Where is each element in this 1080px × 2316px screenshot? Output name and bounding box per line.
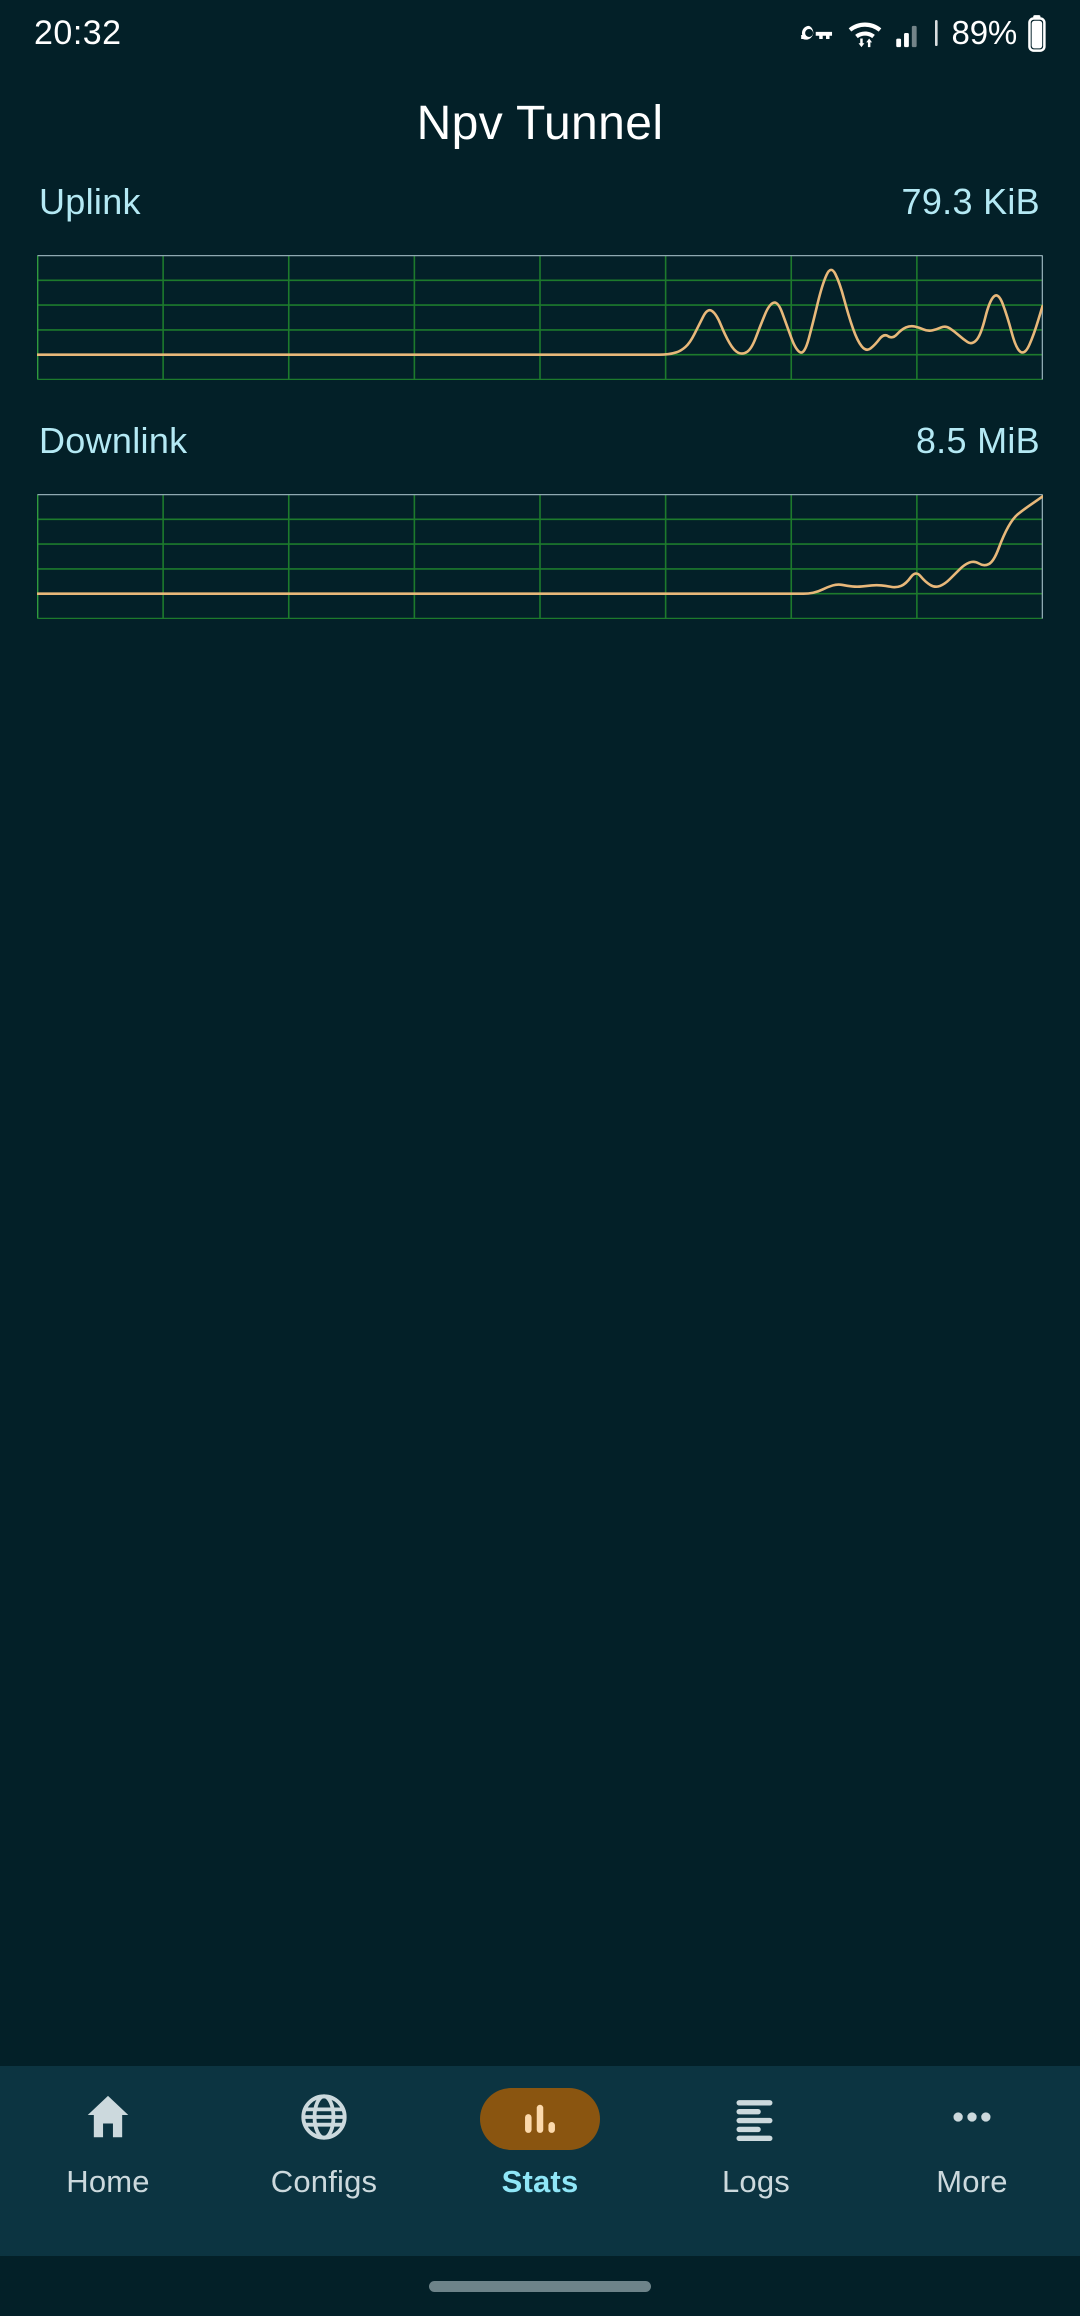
vpn-key-icon <box>798 14 836 52</box>
uplink-block: Uplink 79.3 KiB <box>37 181 1043 380</box>
nav-label-home: Home <box>66 2164 150 2200</box>
home-icon-box[interactable] <box>48 2088 168 2150</box>
nav-label-stats: Stats <box>502 2164 579 2200</box>
nav-item-more[interactable]: More <box>874 2088 1070 2200</box>
wifi-icon <box>845 14 885 52</box>
home-icon <box>81 2090 135 2149</box>
gesture-pill[interactable] <box>429 2281 651 2292</box>
battery-icon <box>1026 14 1048 52</box>
nav-item-stats[interactable]: Stats <box>442 2088 638 2200</box>
uplink-value: 79.3 KiB <box>902 181 1041 223</box>
nav-item-configs[interactable]: Configs <box>226 2088 422 2200</box>
stats-icon-box[interactable] <box>480 2088 600 2150</box>
signal-divider <box>933 18 939 48</box>
app-screen: 20:32 <box>0 0 1080 2316</box>
battery-percent-label: 89% <box>952 14 1017 52</box>
uplink-header: Uplink 79.3 KiB <box>37 181 1043 245</box>
nav-label-configs: Configs <box>271 2164 378 2200</box>
ellipsis-icon <box>946 2091 998 2148</box>
list-lines-icon <box>730 2091 782 2148</box>
status-time: 20:32 <box>34 14 122 53</box>
chart-spacer <box>37 384 1043 420</box>
cellular-signal-icon <box>894 16 924 50</box>
gesture-bar <box>0 2256 1080 2316</box>
uplink-label: Uplink <box>39 181 141 223</box>
globe-icon <box>297 2090 351 2149</box>
bottom-navigation: Home Configs <box>0 2066 1080 2256</box>
status-icons: 89% <box>798 14 1048 52</box>
configs-icon-box[interactable] <box>264 2088 384 2150</box>
downlink-header: Downlink 8.5 MiB <box>37 420 1043 484</box>
nav-label-logs: Logs <box>722 2164 790 2200</box>
uplink-chart-svg <box>37 255 1043 380</box>
stats-content: Uplink 79.3 KiB Downlink 8.5 MiB <box>0 181 1080 2066</box>
bar-chart-icon <box>517 2094 563 2145</box>
more-icon-box[interactable] <box>912 2088 1032 2150</box>
downlink-chart <box>37 494 1043 619</box>
downlink-block: Downlink 8.5 MiB <box>37 420 1043 619</box>
title-bar: Npv Tunnel <box>0 66 1080 181</box>
nav-label-more: More <box>936 2164 1007 2200</box>
downlink-value: 8.5 MiB <box>916 420 1040 462</box>
status-bar: 20:32 <box>0 0 1080 66</box>
nav-item-logs[interactable]: Logs <box>658 2088 854 2200</box>
downlink-chart-svg <box>37 494 1043 619</box>
nav-item-home[interactable]: Home <box>10 2088 206 2200</box>
page-title: Npv Tunnel <box>417 96 664 151</box>
downlink-label: Downlink <box>39 420 187 462</box>
uplink-chart <box>37 255 1043 380</box>
logs-icon-box[interactable] <box>696 2088 816 2150</box>
